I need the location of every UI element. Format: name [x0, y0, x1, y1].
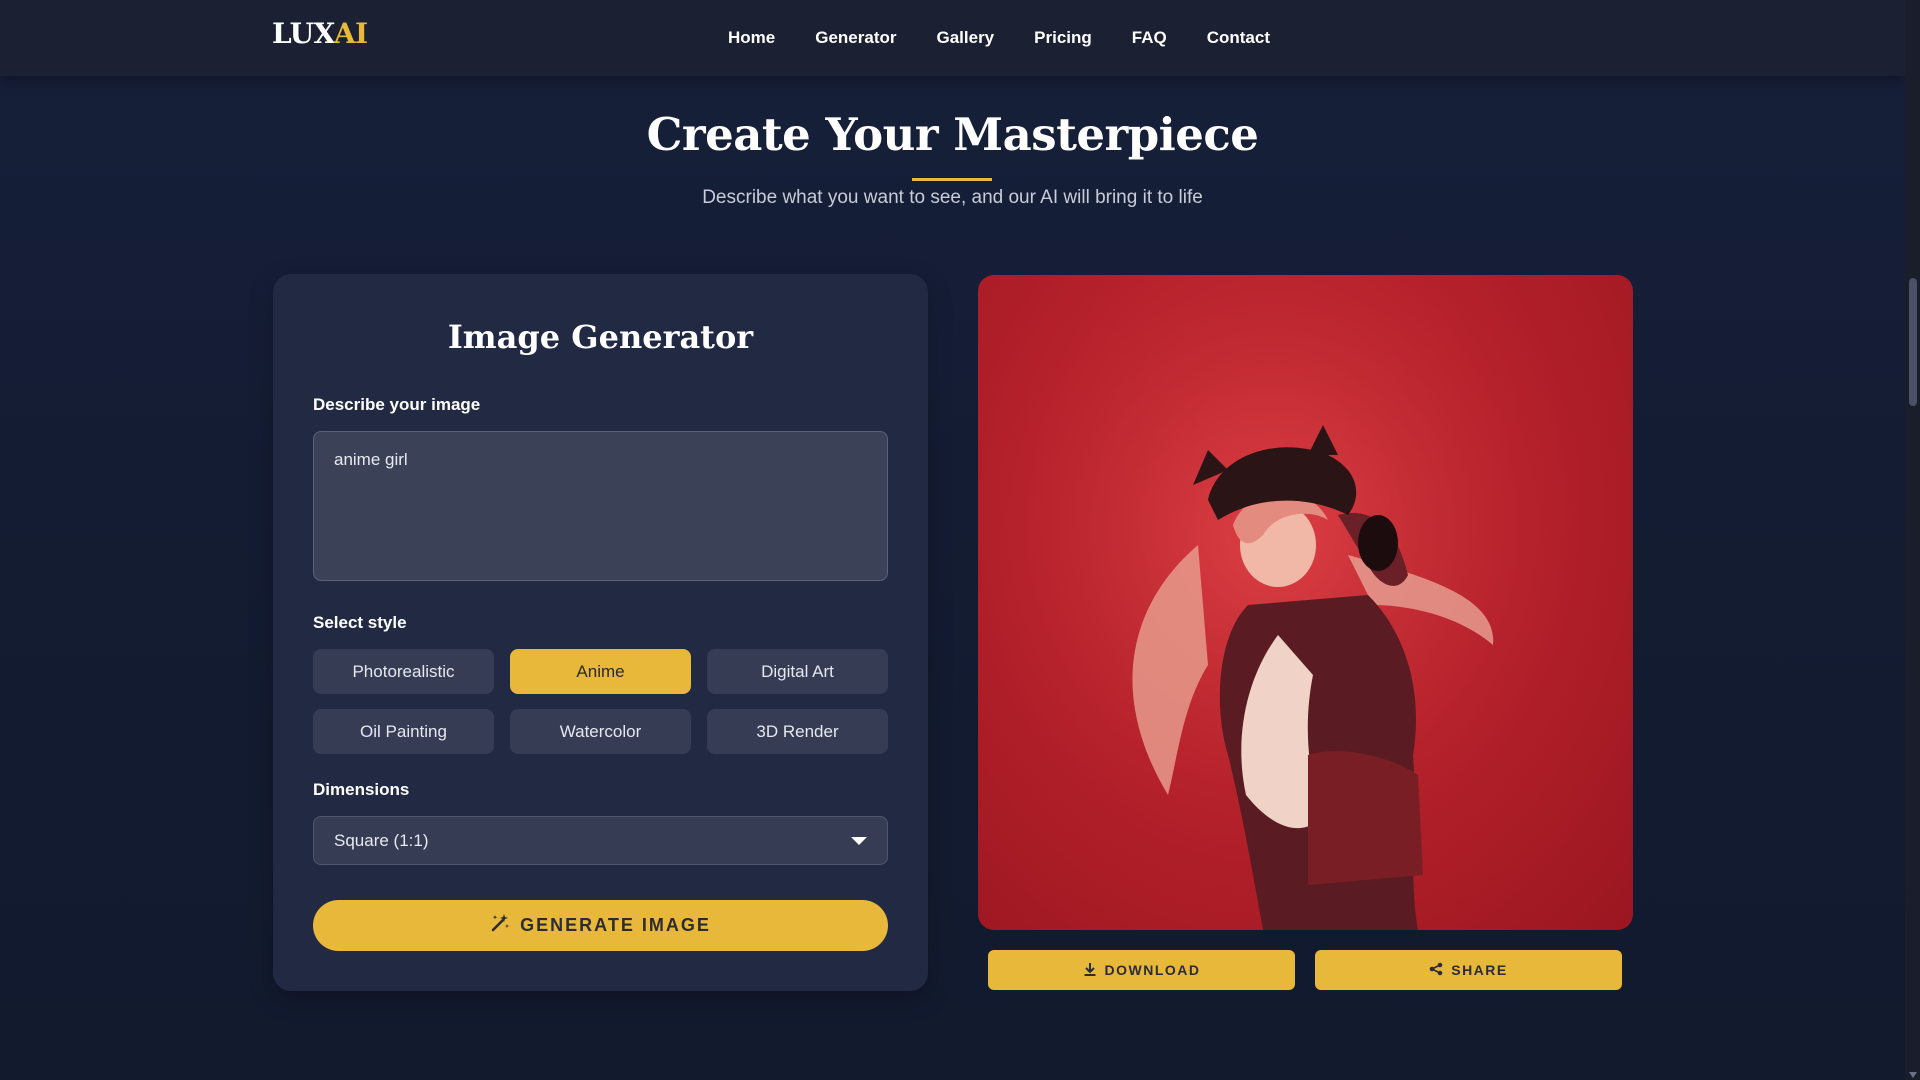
dimensions-label: Dimensions	[313, 780, 410, 799]
style-digital-art-button[interactable]: Digital Art	[707, 649, 888, 694]
nav-pricing[interactable]: Pricing	[1034, 28, 1092, 48]
anime-figure-image	[978, 275, 1633, 930]
style-options: Photorealistic Anime Digital Art Oil Pai…	[313, 649, 888, 754]
style-anime-button[interactable]: Anime	[510, 649, 691, 694]
share-icon	[1429, 962, 1443, 979]
logo-ai: AI	[333, 17, 368, 50]
navbar: LUXAI Home Generator Gallery Pricing FAQ…	[0, 0, 1905, 76]
hero-title: Create Your Masterpiece	[646, 108, 1259, 161]
prompt-input[interactable]: anime girl	[313, 431, 888, 581]
style-watercolor-button[interactable]: Watercolor	[510, 709, 691, 754]
download-button[interactable]: DOWNLOAD	[988, 950, 1295, 990]
dimensions-select[interactable]: Square (1:1)	[313, 816, 888, 865]
generated-image	[978, 275, 1633, 930]
logo[interactable]: LUXAI	[272, 17, 368, 50]
generator-panel: Image Generator Describe your image anim…	[273, 274, 928, 991]
nav-home[interactable]: Home	[728, 28, 775, 48]
share-label: SHARE	[1451, 962, 1508, 978]
style-photorealistic-button[interactable]: Photorealistic	[313, 649, 494, 694]
hero-subtitle: Describe what you want to see, and our A…	[702, 187, 1203, 208]
dimensions-value: Square (1:1)	[334, 830, 429, 850]
generate-image-button[interactable]: GENERATE IMAGE	[313, 900, 888, 951]
nav-generator[interactable]: Generator	[815, 28, 896, 48]
style-oil-painting-button[interactable]: Oil Painting	[313, 709, 494, 754]
generate-label: GENERATE IMAGE	[520, 915, 711, 935]
prompt-label: Describe your image	[313, 395, 481, 414]
share-button[interactable]: SHARE	[1315, 950, 1622, 990]
magic-wand-icon	[490, 913, 510, 938]
hero-underline	[912, 178, 992, 181]
page-scrollbar[interactable]	[1905, 0, 1920, 1080]
page: LUXAI Home Generator Gallery Pricing FAQ…	[0, 0, 1920, 1080]
scroll-down-arrow-icon[interactable]	[1909, 1072, 1917, 1078]
logo-lux: LUX	[272, 17, 334, 50]
nav-faq[interactable]: FAQ	[1132, 28, 1167, 48]
scrollbar-thumb[interactable]	[1909, 278, 1917, 406]
panel-title: Image Generator	[447, 318, 754, 356]
style-label: Select style	[313, 613, 407, 632]
style-3d-render-button[interactable]: 3D Render	[707, 709, 888, 754]
nav-links: Home Generator Gallery Pricing FAQ Conta…	[728, 0, 1270, 76]
download-icon	[1083, 962, 1097, 979]
nav-gallery[interactable]: Gallery	[936, 28, 994, 48]
nav-contact[interactable]: Contact	[1207, 28, 1270, 48]
chevron-down-icon	[851, 836, 867, 845]
download-label: DOWNLOAD	[1104, 962, 1201, 978]
